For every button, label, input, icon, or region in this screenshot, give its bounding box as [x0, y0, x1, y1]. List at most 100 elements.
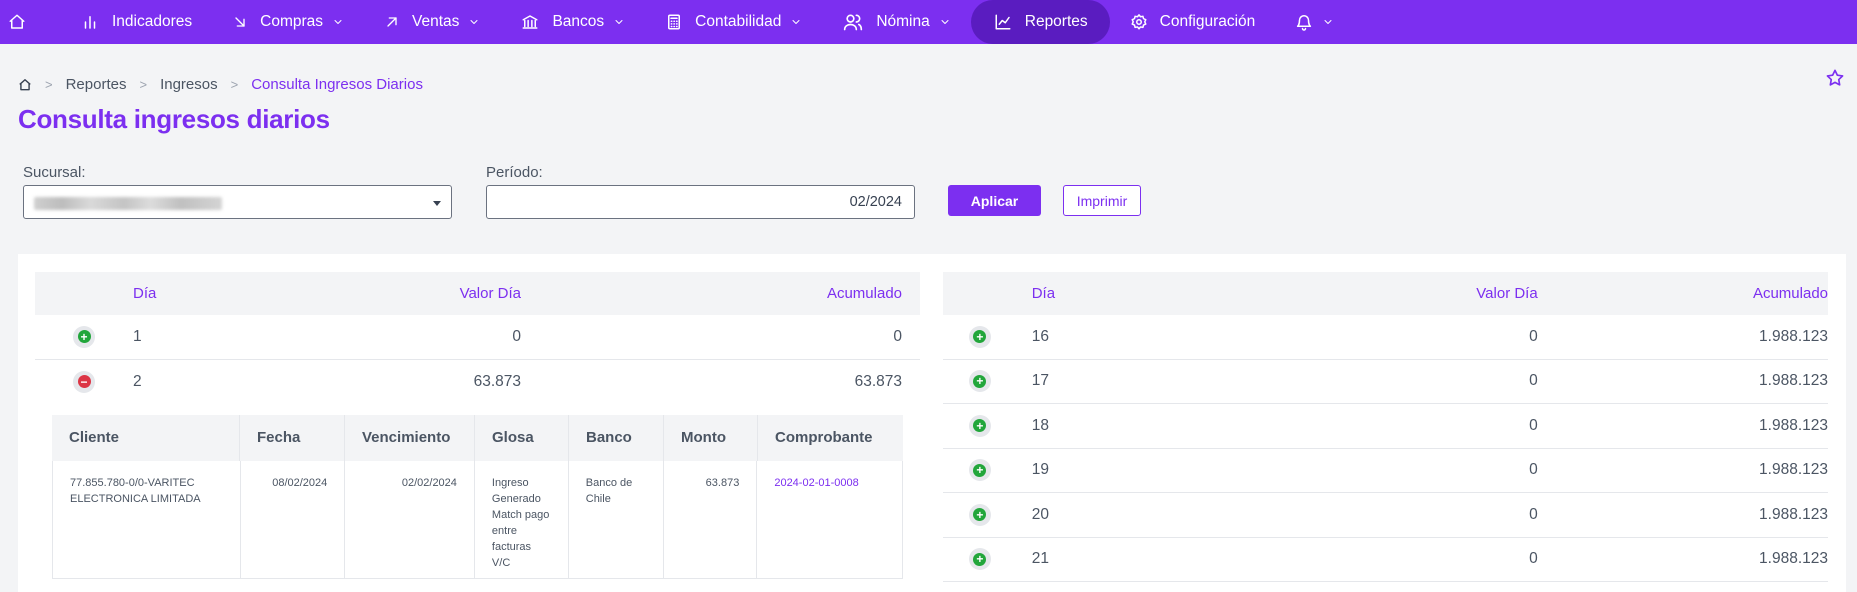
nav-label: Indicadores	[112, 13, 193, 30]
periodo-input[interactable]: 02/2024	[486, 185, 915, 219]
cell-banco: Banco de Chile	[569, 461, 664, 578]
home-icon[interactable]	[18, 78, 32, 92]
nav-compras[interactable]: Compras	[212, 0, 364, 44]
calculator-icon	[668, 14, 681, 30]
expand-icon[interactable]: +	[968, 325, 991, 348]
periodo-label: Período:	[486, 164, 543, 181]
expand-icon[interactable]: +	[968, 370, 991, 393]
detail-header-fecha: Fecha	[240, 415, 345, 461]
chevron-down-icon	[1324, 20, 1332, 24]
collapse-icon[interactable]: −	[73, 370, 95, 393]
users-icon	[844, 14, 863, 31]
detail-header-glosa: Glosa	[475, 415, 569, 461]
cell-valor: 0	[1529, 461, 1538, 479]
cell-acumulado: 1.988.123	[1759, 372, 1828, 390]
cell-dia: 16	[1031, 327, 1049, 345]
chevron-down-icon	[470, 20, 478, 24]
table-row: + 17 0 1.988.123	[943, 360, 1828, 404]
expand-icon[interactable]: +	[968, 414, 991, 437]
notifications-button[interactable]	[1275, 0, 1354, 44]
detail-row: 77.855.780-0/0-VARITEC ELECTRONICA LIMIT…	[52, 461, 903, 579]
cell-dia: 1	[133, 327, 142, 345]
cell-acumulado: 1.988.123	[1759, 550, 1828, 568]
header-acumulado: Acumulado	[1752, 285, 1828, 302]
nav-bancos[interactable]: Bancos	[500, 0, 645, 44]
sucursal-label: Sucursal:	[23, 164, 86, 181]
cell-valor: 0	[1529, 327, 1538, 345]
cell-dia: 19	[1031, 461, 1049, 479]
nav-contabilidad[interactable]: Contabilidad	[645, 0, 822, 44]
table-row: + 16 0 1.988.123	[943, 315, 1828, 360]
detail-table: Cliente Fecha Vencimiento Glosa Banco Mo…	[52, 415, 903, 579]
comprobante-link[interactable]: 2024-02-01-0008	[757, 461, 902, 578]
sucursal-select[interactable]	[23, 185, 452, 219]
expand-icon[interactable]: +	[968, 548, 991, 571]
home-nav-button[interactable]	[0, 0, 34, 44]
cell-valor: 0	[1529, 505, 1538, 523]
gear-icon	[1131, 14, 1147, 30]
cell-acumulado: 1.988.123	[1759, 416, 1828, 434]
cell-cliente: 77.855.780-0/0-VARITEC ELECTRONICA LIMIT…	[53, 461, 241, 578]
daily-table-left: Día Valor Día Acumulado + 1 0 0 − 2 63.8…	[35, 272, 920, 404]
arrow-up-right-icon	[387, 17, 397, 27]
breadcrumb-ingresos[interactable]: Ingresos	[160, 76, 218, 93]
detail-header: Cliente Fecha Vencimiento Glosa Banco Mo…	[52, 415, 903, 461]
star-icon	[1826, 69, 1844, 86]
home-icon	[9, 14, 25, 29]
table-row: + 18 0 1.988.123	[943, 404, 1828, 449]
cell-acumulado: 1.988.123	[1759, 461, 1828, 479]
bell-icon	[1297, 14, 1312, 31]
cell-acumulado: 63.873	[854, 372, 902, 390]
header-dia: Día	[1031, 285, 1056, 302]
breadcrumb: > Reportes > Ingresos > Consulta Ingreso…	[18, 76, 423, 93]
cell-dia: 2	[133, 372, 142, 390]
cell-dia: 21	[1031, 550, 1049, 568]
nav-nomina[interactable]: Nómina	[822, 0, 970, 44]
cell-valor: 63.873	[473, 372, 521, 390]
expand-icon[interactable]: +	[968, 503, 991, 526]
table-header: Día Valor Día Acumulado	[35, 272, 920, 315]
expand-icon[interactable]: +	[73, 325, 95, 348]
table-row: + 21 0 1.988.123	[943, 538, 1828, 582]
chevron-right-icon: >	[230, 77, 239, 92]
cell-acumulado: 1.988.123	[1759, 505, 1828, 523]
header-dia: Día	[133, 285, 157, 302]
table-header: Día Valor Día Acumulado	[943, 272, 1828, 315]
table-row: + 19 0 1.988.123	[943, 449, 1828, 493]
nav-label: Contabilidad	[695, 13, 782, 30]
detail-header-banco: Banco	[569, 415, 664, 461]
detail-header-vencimiento: Vencimiento	[345, 415, 475, 461]
chevron-down-icon	[615, 20, 623, 24]
redacted-value	[34, 197, 222, 210]
chevron-down-icon	[334, 20, 342, 24]
detail-header-comprobante: Comprobante	[775, 429, 873, 446]
cell-dia: 18	[1031, 416, 1049, 434]
cell-acumulado: 0	[893, 327, 902, 345]
cell-vencimiento: 02/02/2024	[345, 461, 475, 578]
nav-ventas[interactable]: Ventas	[364, 0, 500, 44]
nav-reportes[interactable]: Reportes	[970, 0, 1110, 44]
cell-fecha: 08/02/2024	[241, 461, 346, 578]
breadcrumb-reportes[interactable]: Reportes	[66, 76, 127, 93]
breadcrumb-current: Consulta Ingresos Diarios	[251, 76, 423, 93]
expand-icon[interactable]: +	[968, 459, 991, 482]
nav-label: Nómina	[876, 13, 930, 30]
table-row: + 20 0 1.988.123	[943, 493, 1828, 538]
line-chart-icon	[995, 14, 1011, 30]
chevron-right-icon: >	[139, 77, 148, 92]
table-row: + 1 0 0	[35, 315, 920, 360]
page-title: Consulta ingresos diarios	[18, 104, 330, 134]
print-button[interactable]: Imprimir	[1063, 185, 1141, 216]
cell-valor: 0	[512, 327, 521, 345]
header-valor: Valor Día	[459, 285, 521, 302]
favorite-button[interactable]	[1825, 68, 1845, 93]
cell-glosa: Ingreso Generado Match pago entre factur…	[475, 461, 569, 578]
header-valor: Valor Día	[1476, 285, 1538, 302]
arrow-down-right-icon	[235, 17, 245, 27]
apply-button[interactable]: Aplicar	[948, 185, 1041, 216]
nav-indicadores[interactable]: Indicadores	[60, 0, 212, 44]
nav-configuracion[interactable]: Configuración	[1110, 0, 1276, 44]
bank-icon	[522, 15, 538, 29]
cell-monto: 63.873	[664, 461, 758, 578]
nav-label: Bancos	[552, 13, 605, 30]
